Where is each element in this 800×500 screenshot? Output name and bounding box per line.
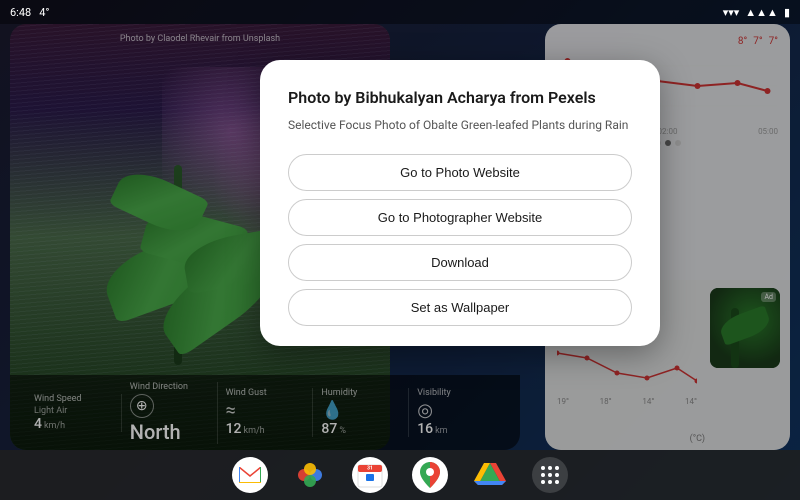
status-temp: 4° xyxy=(39,6,49,19)
calendar-logo: 31 xyxy=(356,461,384,489)
maps-logo xyxy=(417,460,443,490)
photo-info-modal: Photo by Bibhukalyan Acharya from Pexels… xyxy=(260,60,660,346)
status-bar: 6:48 4° ▾▾▾ ▲▲▲ ▮ xyxy=(0,0,800,24)
google-drive-icon[interactable] xyxy=(472,457,508,493)
gmail-logo xyxy=(239,467,261,483)
download-button[interactable]: Download xyxy=(288,244,632,281)
app-launcher-icon[interactable] xyxy=(532,457,568,493)
go-to-photographer-button[interactable]: Go to Photographer Website xyxy=(288,199,632,236)
photos-logo xyxy=(294,459,326,491)
set-wallpaper-button[interactable]: Set as Wallpaper xyxy=(288,289,632,326)
launcher-grid xyxy=(540,465,560,485)
google-maps-icon[interactable] xyxy=(412,457,448,493)
modal-buttons-container: Go to Photo Website Go to Photographer W… xyxy=(288,154,632,326)
gmail-icon[interactable] xyxy=(232,457,268,493)
status-time: 6:48 xyxy=(10,6,31,19)
svg-text:31: 31 xyxy=(367,466,373,472)
wifi-icon: ▾▾▾ xyxy=(723,6,740,19)
google-photos-icon[interactable] xyxy=(292,457,328,493)
battery-icon: ▮ xyxy=(784,6,790,19)
signal-icon: ▲▲▲ xyxy=(745,6,778,19)
modal-title: Photo by Bibhukalyan Acharya from Pexels xyxy=(288,88,632,109)
modal-overlay[interactable]: Photo by Bibhukalyan Acharya from Pexels… xyxy=(0,0,800,500)
go-to-photo-button[interactable]: Go to Photo Website xyxy=(288,154,632,191)
google-calendar-icon[interactable]: 31 xyxy=(352,457,388,493)
modal-description: Selective Focus Photo of Obalte Green-le… xyxy=(288,117,632,134)
taskbar: 31 xyxy=(0,450,800,500)
drive-logo xyxy=(474,461,506,489)
